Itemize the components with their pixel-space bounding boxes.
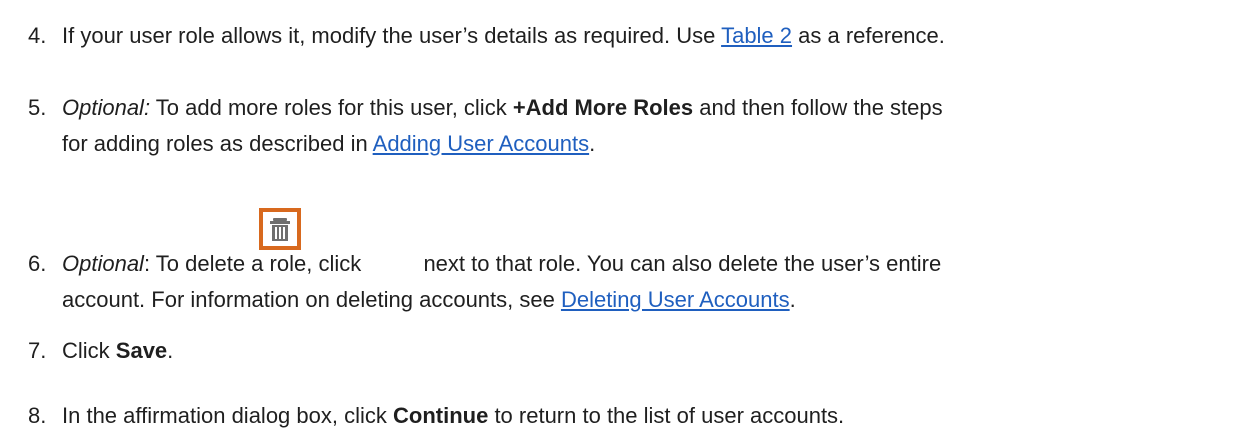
step-text: . — [589, 131, 596, 156]
step-text: : To delete a role, click — [143, 251, 368, 276]
deleting-user-accounts-link[interactable]: Deleting User Accounts — [561, 287, 790, 312]
optional-label: Optional — [62, 251, 144, 276]
step-4-line-1: If your user role allows it, modify the … — [62, 20, 945, 52]
add-more-roles-label: +Add More Roles — [512, 95, 694, 120]
save-label: Save — [115, 338, 168, 363]
step-text: To add more roles for this user, click — [150, 95, 513, 120]
step-text: as a reference. — [792, 23, 945, 48]
step-text: In the affirmation dialog box, click — [62, 403, 393, 428]
step-number: 4. — [28, 23, 47, 48]
step-text: Click — [62, 338, 116, 363]
step-number: 8. — [28, 403, 47, 428]
continue-label: Continue — [393, 403, 489, 428]
step-number: 6. — [28, 251, 47, 276]
step-6-line-2: account. For information on deleting acc… — [62, 284, 796, 316]
optional-label: Optional: — [62, 95, 151, 120]
step-number: 5. — [28, 95, 47, 120]
step-text: to return to the list of user accounts. — [488, 403, 845, 428]
step-text: . — [789, 287, 796, 312]
step-7-line-1: Click Save. — [62, 335, 173, 367]
step-number: 7. — [28, 338, 47, 363]
step-text: If your user role allows it, modify the … — [62, 23, 722, 48]
trash-icon-glyph — [270, 218, 290, 241]
step-8-line-1: In the affirmation dialog box, click Con… — [62, 400, 844, 432]
trash-icon — [259, 208, 301, 250]
step-text: account. For information on deleting acc… — [62, 287, 561, 312]
step-text: and then follow the steps — [693, 95, 943, 120]
adding-user-accounts-link[interactable]: Adding User Accounts — [373, 131, 589, 156]
step-text: . — [167, 338, 174, 363]
step-6-line-1: Optional: To delete a role, click next t… — [62, 248, 941, 280]
step-5-line-1: Optional: To add more roles for this use… — [62, 92, 943, 124]
step-text: next to that role. You can also delete t… — [417, 251, 942, 276]
step-5-line-2: for adding roles as described in Adding … — [62, 128, 595, 160]
table-2-link[interactable]: Table 2 — [721, 23, 792, 48]
step-text: for adding roles as described in — [62, 131, 373, 156]
